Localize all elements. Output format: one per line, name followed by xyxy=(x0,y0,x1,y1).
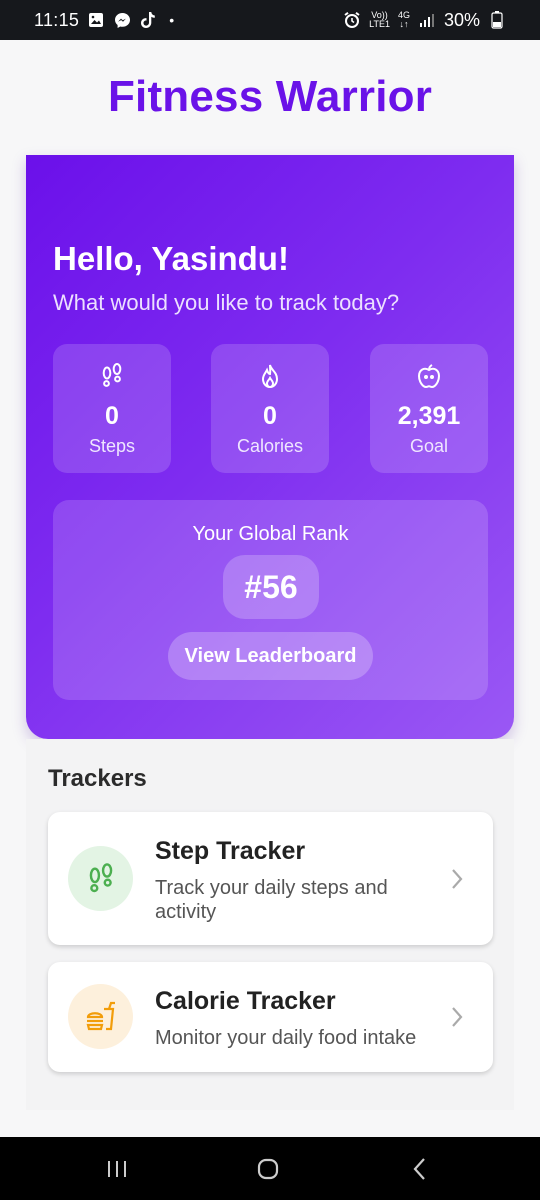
tiktok-icon xyxy=(139,11,157,29)
battery-icon xyxy=(488,11,506,29)
tracker-name: Calorie Tracker xyxy=(155,987,336,1015)
hero-card: Hello, Yasindu! What would you like to t… xyxy=(26,155,514,739)
stat-card-goal: 2,391 Goal xyxy=(370,344,488,473)
recent-apps-button[interactable] xyxy=(102,1155,132,1183)
trackers-title: Trackers xyxy=(48,765,147,792)
recent-apps-icon xyxy=(108,1161,126,1177)
gallery-icon xyxy=(87,11,105,29)
apple-icon xyxy=(370,362,488,390)
calories-value: 0 xyxy=(263,402,277,430)
tracker-description: Track your daily steps and activity xyxy=(155,877,388,923)
lte-label: LTE1 xyxy=(369,19,390,29)
steps-label: Steps xyxy=(88,436,136,456)
alarm-icon xyxy=(343,11,361,29)
flame-icon xyxy=(211,362,329,390)
rank-title: Your Global Rank xyxy=(192,523,349,545)
rank-badge: #56 xyxy=(223,555,319,619)
goal-label: Goal xyxy=(409,436,449,456)
greeting: Hello, Yasindu! xyxy=(53,240,289,277)
volte-indicator: Vo)) LTE1 xyxy=(369,11,390,29)
steps-value: 0 xyxy=(105,402,119,430)
system-nav-bar xyxy=(0,1137,540,1200)
view-leaderboard-button[interactable]: View Leaderboard xyxy=(168,632,373,680)
signal-icon xyxy=(418,11,436,29)
data-arrows-icon: ↓↑ xyxy=(399,19,409,29)
home-icon xyxy=(257,1158,279,1180)
fastfood-icon xyxy=(68,984,133,1049)
back-icon xyxy=(413,1158,425,1180)
stat-card-steps: 0 Steps xyxy=(53,344,171,473)
notification-dot-icon: • xyxy=(169,12,175,28)
chevron-right-icon xyxy=(452,869,463,889)
home-button[interactable] xyxy=(253,1155,283,1183)
goal-value: 2,391 xyxy=(397,402,461,430)
tracker-name: Step Tracker xyxy=(155,837,306,865)
status-bar: 11:15 • Vo)) LTE1 4G ↓↑ 30% xyxy=(0,0,540,40)
step-tracker-card[interactable]: Step Tracker Track your daily steps and … xyxy=(48,812,493,945)
status-time: 11:15 xyxy=(34,9,80,30)
app-title: Fitness Warrior xyxy=(107,72,433,121)
global-rank-card: Your Global Rank #56 View Leaderboard xyxy=(53,500,488,700)
tracker-description: Monitor your daily food intake xyxy=(155,1027,417,1049)
network-type: 4G ↓↑ xyxy=(398,11,410,29)
footsteps-icon xyxy=(68,846,133,911)
footsteps-icon xyxy=(53,362,171,390)
back-button[interactable] xyxy=(405,1155,435,1183)
calories-label: Calories xyxy=(236,436,304,456)
battery-percent: 30% xyxy=(443,9,480,30)
calorie-tracker-card[interactable]: Calorie Tracker Monitor your daily food … xyxy=(48,962,493,1072)
messenger-icon xyxy=(113,11,131,29)
greeting-subtitle: What would you like to track today? xyxy=(53,290,400,315)
chevron-right-icon xyxy=(452,1007,463,1027)
stat-card-calories: 0 Calories xyxy=(211,344,329,473)
